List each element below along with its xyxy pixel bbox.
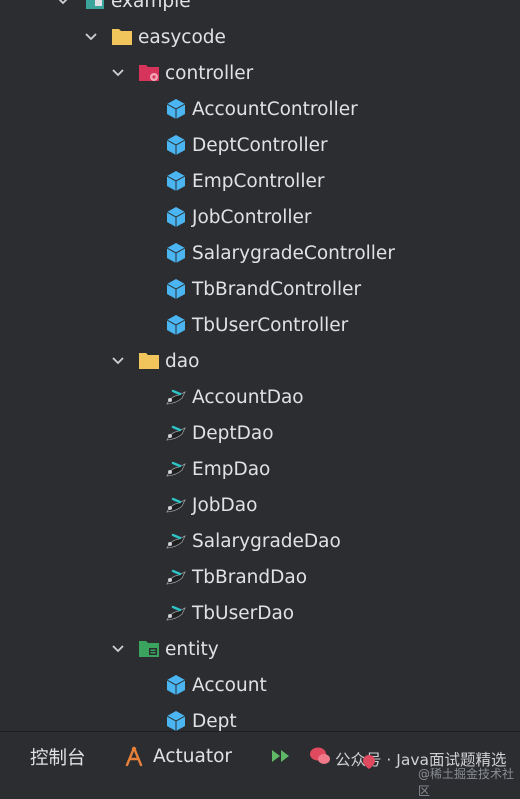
folder-icon xyxy=(112,29,132,45)
tree-item-mapper[interactable]: EmpDao xyxy=(0,451,520,487)
tree-item-label: JobDao xyxy=(192,494,258,516)
tree-item-label: AccountController xyxy=(192,98,358,120)
actuator-icon xyxy=(125,746,143,766)
tree-node-label: entity xyxy=(165,638,219,660)
tree-item-label: TbBrandController xyxy=(192,278,362,300)
mybatis-mapper-icon xyxy=(166,497,186,513)
chevron-down-icon[interactable] xyxy=(55,0,71,9)
tree-node-controller[interactable]: controller xyxy=(0,55,520,91)
bottom-tool-bar: 控制台 Actuator 公众号 · Java面试题精选 @稀土掘金技术社区 xyxy=(0,731,520,798)
console-tab-label: 控制台 xyxy=(30,747,86,769)
tree-item-mapper[interactable]: DeptDao xyxy=(0,415,520,451)
chevron-down-icon[interactable] xyxy=(110,65,126,81)
actuator-tab[interactable]: Actuator xyxy=(122,732,232,781)
mybatis-mapper-icon xyxy=(166,533,186,549)
tree-node-label: dao xyxy=(165,350,200,372)
tree-item-class[interactable]: AccountController xyxy=(0,91,520,127)
run-dashboard-icon[interactable] xyxy=(271,748,291,764)
class-icon xyxy=(166,675,186,695)
tree-node-dao[interactable]: dao xyxy=(0,343,520,379)
tree-item-class[interactable]: Account xyxy=(0,667,520,703)
entity-folder-icon xyxy=(139,641,159,657)
controller-folder-icon xyxy=(139,65,159,81)
tree-node-example[interactable]: example xyxy=(0,0,520,19)
watermark-subtext: @稀土掘金技术社区 xyxy=(418,767,515,798)
tree-item-label: EmpDao xyxy=(192,458,271,480)
tree-item-label: JobController xyxy=(192,206,312,228)
mybatis-mapper-icon xyxy=(166,605,186,621)
tree-item-class[interactable]: TbBrandController xyxy=(0,271,520,307)
class-icon xyxy=(166,99,186,119)
class-icon xyxy=(166,711,186,731)
tree-node-label: controller xyxy=(165,62,254,84)
tree-item-label: Account xyxy=(192,674,267,696)
pin-icon xyxy=(363,755,375,769)
class-icon xyxy=(166,279,186,299)
class-icon xyxy=(166,315,186,335)
chevron-down-icon[interactable] xyxy=(110,641,126,657)
wechat-icon xyxy=(310,747,330,764)
mybatis-mapper-icon xyxy=(166,461,186,477)
tree-node-label: easycode xyxy=(138,26,226,48)
tree-item-label: EmpController xyxy=(192,170,325,192)
tree-item-class[interactable]: SalarygradeController xyxy=(0,235,520,271)
tree-item-class[interactable]: JobController xyxy=(0,199,520,235)
chevron-down-icon[interactable] xyxy=(83,29,99,45)
tree-item-label: TbUserDao xyxy=(192,602,295,624)
mybatis-mapper-icon xyxy=(166,569,186,585)
tree-item-label: DeptDao xyxy=(192,422,274,444)
tree-item-mapper[interactable]: TbBrandDao xyxy=(0,559,520,595)
tree-item-mapper[interactable]: JobDao xyxy=(0,487,520,523)
tree-item-label: SalarygradeController xyxy=(192,242,395,264)
tree-item-mapper[interactable]: AccountDao xyxy=(0,379,520,415)
actuator-tab-label: Actuator xyxy=(153,746,232,767)
tree-item-label: Dept xyxy=(192,710,237,732)
tree-item-label: DeptController xyxy=(192,134,328,156)
tree-item-class[interactable]: TbUserController xyxy=(0,307,520,343)
class-icon xyxy=(166,243,186,263)
tree-item-class[interactable]: DeptController xyxy=(0,127,520,163)
tree-node-label: example xyxy=(111,0,191,12)
mybatis-mapper-icon xyxy=(166,389,186,405)
tree-item-label: TbUserController xyxy=(192,314,349,336)
tree-item-class[interactable]: EmpController xyxy=(0,163,520,199)
tree-item-mapper[interactable]: TbUserDao xyxy=(0,595,520,631)
tree-item-label: SalarygradeDao xyxy=(192,530,341,552)
chevron-down-icon[interactable] xyxy=(110,353,126,369)
class-icon xyxy=(166,171,186,191)
tree-node-easycode[interactable]: easycode xyxy=(0,19,520,55)
class-icon xyxy=(166,207,186,227)
tree-item-mapper[interactable]: SalarygradeDao xyxy=(0,523,520,559)
mybatis-mapper-icon xyxy=(166,425,186,441)
tree-item-label: TbBrandDao xyxy=(192,566,308,588)
module-folder-icon xyxy=(86,0,104,9)
tree-item-label: AccountDao xyxy=(192,386,304,408)
tree-node-entity[interactable]: entity xyxy=(0,631,520,667)
folder-icon xyxy=(139,353,159,369)
class-icon xyxy=(166,135,186,155)
console-tab[interactable]: 控制台 xyxy=(30,732,86,781)
